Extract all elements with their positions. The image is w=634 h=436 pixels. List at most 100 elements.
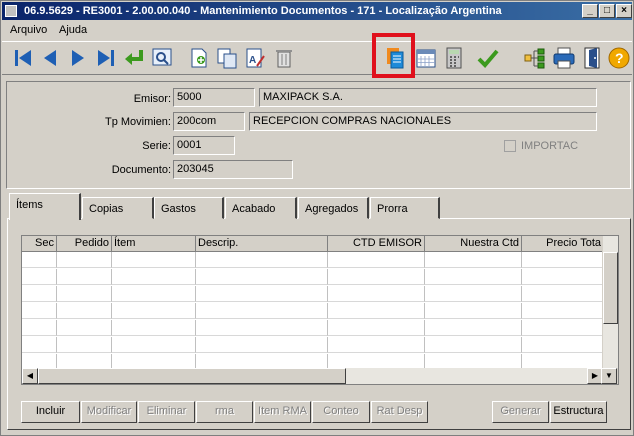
table-cell[interactable] [196, 320, 328, 336]
table-cell[interactable] [22, 286, 57, 302]
table-row[interactable] [22, 286, 604, 302]
table-cell[interactable] [112, 320, 196, 336]
table-cell[interactable] [425, 286, 522, 302]
new-document-icon[interactable] [187, 46, 211, 70]
table-cell[interactable] [22, 337, 57, 353]
emisor-code-field[interactable]: 5000 [173, 88, 255, 107]
table-cell[interactable] [112, 303, 196, 319]
exit-icon[interactable] [580, 46, 604, 70]
table-cell[interactable] [196, 286, 328, 302]
table-cell[interactable] [522, 337, 604, 353]
tab-agregados[interactable]: Agregados [298, 197, 369, 219]
table-cell[interactable] [57, 337, 112, 353]
table-row[interactable] [22, 269, 604, 285]
table-cell[interactable] [425, 303, 522, 319]
column-header-pedido[interactable]: Pedido [57, 236, 112, 252]
column-header-nuestra-ctd[interactable]: Nuestra Ctd [425, 236, 522, 252]
tab-items[interactable]: Ítems [9, 193, 81, 220]
menu-arquivo[interactable]: Arquivo [10, 24, 47, 36]
maximize-button[interactable]: □ [599, 4, 615, 18]
horizontal-scroll-thumb[interactable] [38, 368, 346, 384]
table-cell[interactable] [57, 286, 112, 302]
tree-icon[interactable] [523, 46, 547, 70]
table-cell[interactable] [328, 337, 425, 353]
importac-checkbox[interactable] [504, 140, 516, 152]
rma-button[interactable]: rma [196, 401, 253, 423]
table-cell[interactable] [522, 320, 604, 336]
table-cell[interactable] [57, 252, 112, 268]
table-cell[interactable] [425, 320, 522, 336]
serie-field[interactable]: 0001 [173, 136, 235, 155]
calculator-icon[interactable] [442, 46, 466, 70]
search-icon[interactable] [150, 46, 174, 70]
table-cell[interactable] [425, 337, 522, 353]
table-cell[interactable] [57, 303, 112, 319]
table-row[interactable] [22, 252, 604, 268]
vertical-scrollbar[interactable] [602, 236, 618, 370]
goto-icon[interactable] [122, 46, 146, 70]
tab-gastos[interactable]: Gastos [154, 197, 224, 219]
item-rma-button[interactable]: Item RMA [254, 401, 311, 423]
print-icon[interactable] [552, 46, 576, 70]
incluir-button[interactable]: Incluir [21, 401, 80, 423]
conteo-button[interactable]: Conteo [312, 401, 370, 423]
calendar-icon[interactable] [414, 46, 438, 70]
tab-prorra[interactable]: Prorra [370, 197, 440, 219]
table-row[interactable] [22, 320, 604, 336]
table-cell[interactable] [522, 252, 604, 268]
estructura-button[interactable]: Estructura [550, 401, 607, 423]
table-cell[interactable] [522, 303, 604, 319]
table-cell[interactable] [522, 269, 604, 285]
table-cell[interactable] [22, 252, 57, 268]
copy-icon[interactable] [215, 46, 239, 70]
table-cell[interactable] [196, 303, 328, 319]
column-header-descrip[interactable]: Descrip. [196, 236, 328, 252]
vertical-scroll-thumb[interactable] [603, 252, 618, 324]
check-icon[interactable] [476, 46, 500, 70]
table-cell[interactable] [328, 286, 425, 302]
eliminar-button[interactable]: Eliminar [138, 401, 195, 423]
table-cell[interactable] [328, 252, 425, 268]
table-cell[interactable] [112, 337, 196, 353]
title-bar[interactable]: 06.9.5629 - RE3001 - 2.00.00.040 - Mante… [2, 2, 632, 20]
horizontal-scrollbar[interactable]: ◀ ▶ [22, 368, 603, 384]
next-icon[interactable] [66, 46, 90, 70]
column-header-sec[interactable]: Sec [22, 236, 57, 252]
table-cell[interactable] [112, 269, 196, 285]
table-cell[interactable] [22, 269, 57, 285]
scroll-down-icon[interactable]: ▼ [601, 368, 617, 384]
table-row[interactable] [22, 337, 604, 353]
delete-icon[interactable] [272, 46, 296, 70]
table-cell[interactable] [22, 303, 57, 319]
previous-icon[interactable] [38, 46, 62, 70]
table-cell[interactable] [328, 320, 425, 336]
table-cell[interactable] [22, 320, 57, 336]
table-cell[interactable] [57, 269, 112, 285]
tab-copias[interactable]: Copias [82, 197, 154, 219]
tab-acabado[interactable]: Acabado [225, 197, 297, 219]
last-icon[interactable] [94, 46, 118, 70]
scroll-left-icon[interactable]: ◀ [22, 368, 38, 384]
table-cell[interactable] [328, 269, 425, 285]
rat-desp-button[interactable]: Rat Desp [371, 401, 428, 423]
table-row[interactable] [22, 303, 604, 319]
table-cell[interactable] [328, 303, 425, 319]
menu-ajuda[interactable]: Ajuda [59, 24, 87, 36]
table-cell[interactable] [112, 286, 196, 302]
tp-movimien-code-field[interactable]: 200com [173, 112, 245, 131]
close-button[interactable]: × [616, 4, 632, 18]
column-header-ctd-emisor[interactable]: CTD EMISOR [328, 236, 425, 252]
first-icon[interactable] [11, 46, 35, 70]
generar-button[interactable]: Generar [492, 401, 549, 423]
table-cell[interactable] [196, 337, 328, 353]
table-cell[interactable] [425, 252, 522, 268]
column-header-precio-total[interactable]: Precio Tota [522, 236, 604, 252]
table-cell[interactable] [112, 252, 196, 268]
edit-icon[interactable]: A [243, 46, 267, 70]
modificar-button[interactable]: Modificar [81, 401, 137, 423]
table-cell[interactable] [196, 269, 328, 285]
table-cell[interactable] [196, 252, 328, 268]
table-cell[interactable] [425, 269, 522, 285]
column-header-item[interactable]: Ítem [112, 236, 196, 252]
minimize-button[interactable]: _ [582, 4, 598, 18]
